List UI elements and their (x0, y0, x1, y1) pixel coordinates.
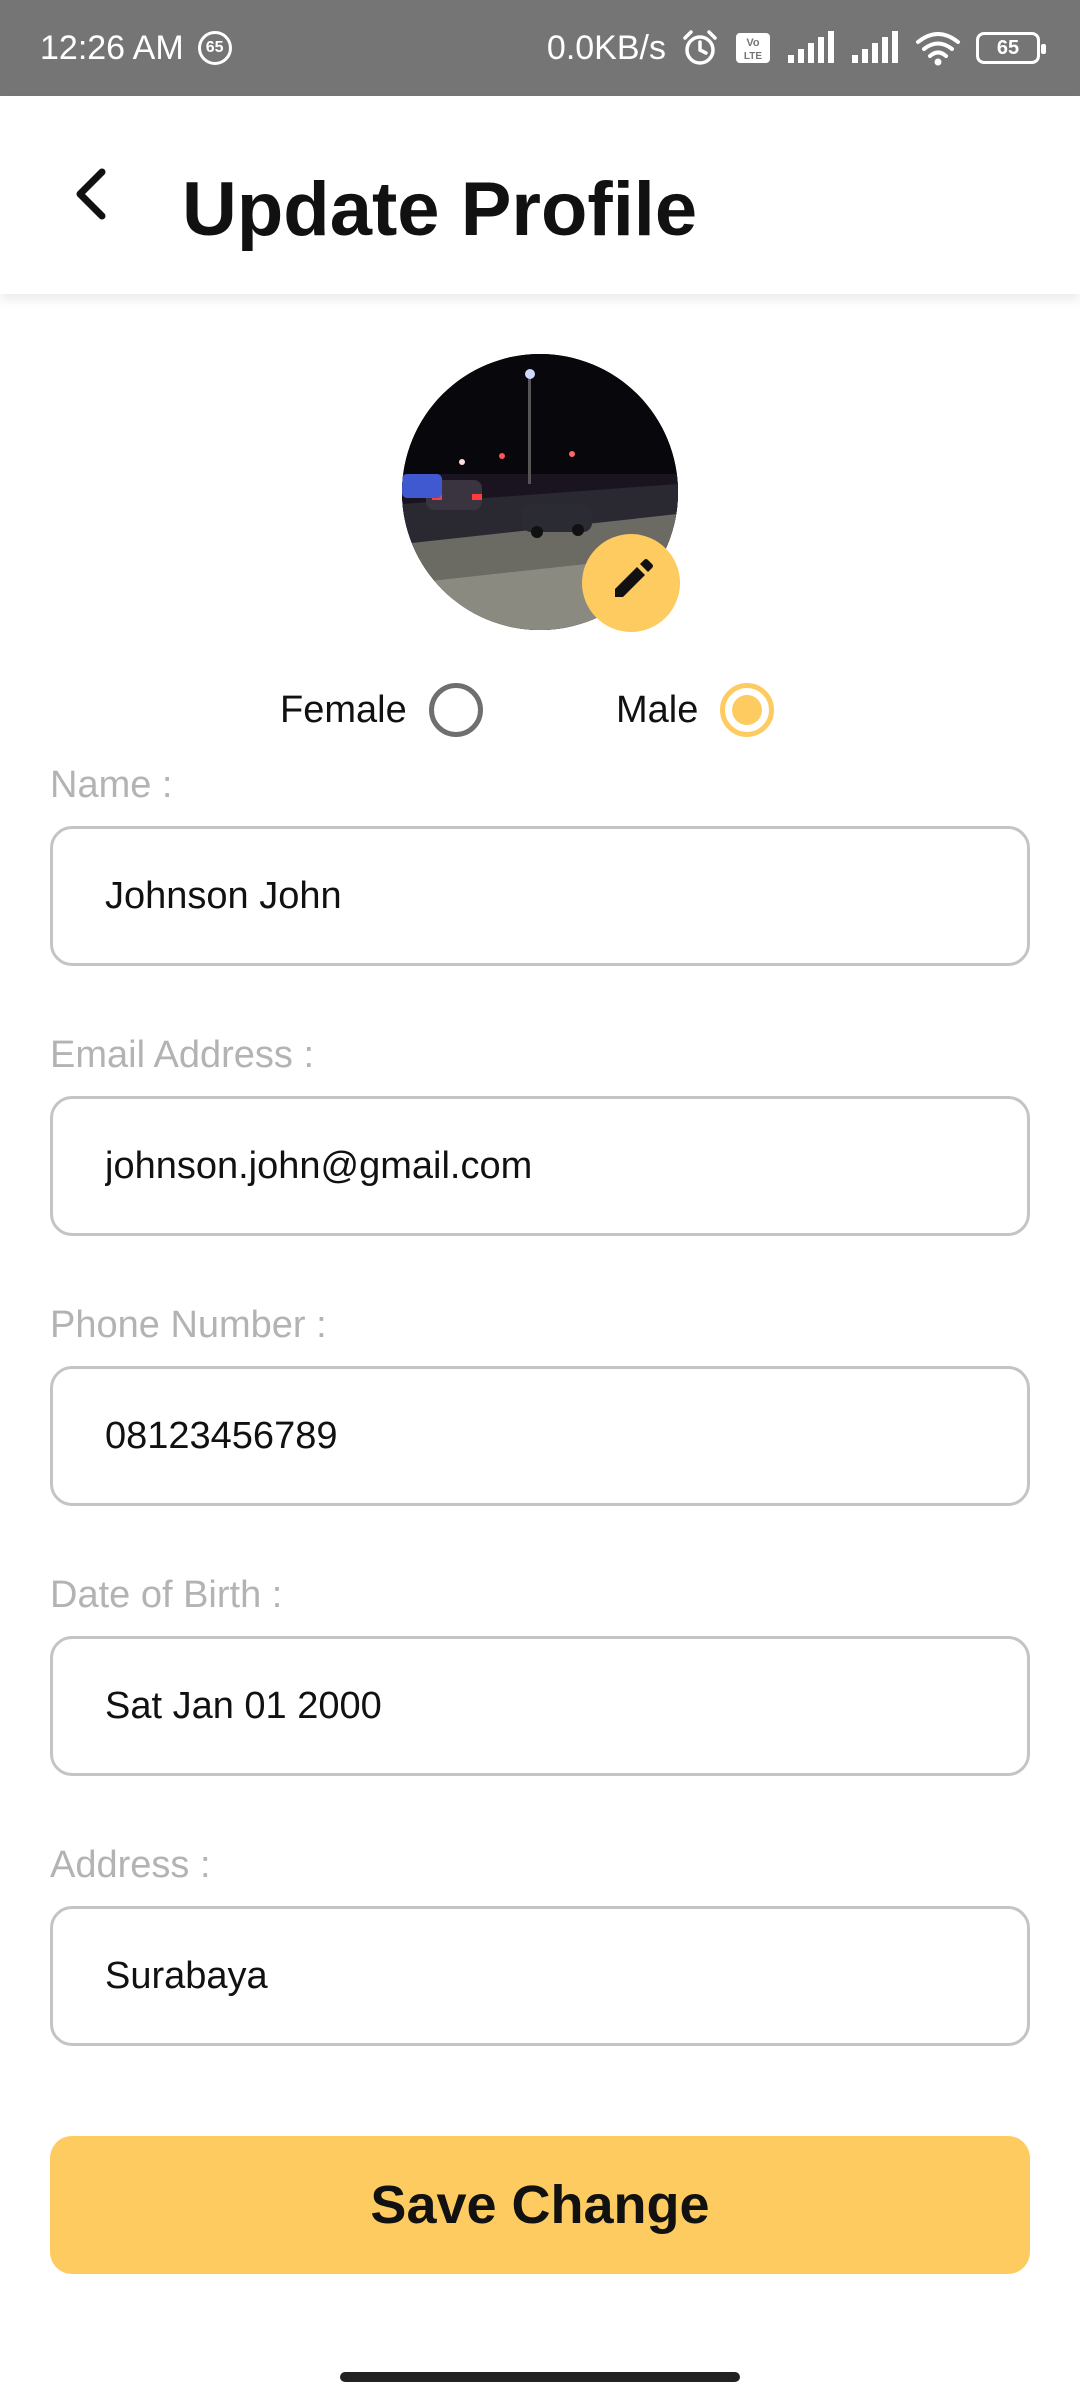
gender-label-male: Male (616, 688, 699, 731)
name-label: Name : (50, 764, 173, 806)
signal-icon (786, 31, 836, 65)
app-bar: Update Profile (0, 96, 1080, 294)
wifi-icon (914, 30, 962, 66)
signal-icon (850, 31, 900, 65)
radio-selected-dot (732, 695, 763, 725)
edit-avatar-button[interactable] (582, 534, 680, 632)
status-bar-right: 0.0KB/s Vo LTE 65 (546, 28, 1046, 68)
volte-icon: Vo LTE (734, 31, 772, 65)
gender-option-female[interactable]: Female (280, 680, 483, 740)
svg-text:LTE: LTE (744, 51, 762, 62)
network-speed: 0.0KB/s (546, 28, 666, 67)
dob-field-box (50, 1636, 1030, 1776)
save-change-button[interactable]: Save Change (50, 2136, 1030, 2274)
back-button[interactable] (56, 160, 128, 232)
pencil-icon (607, 557, 655, 610)
email-field[interactable] (53, 1099, 1027, 1233)
home-indicator[interactable] (340, 2372, 740, 2382)
gender-selector: Female Male (0, 680, 1080, 740)
radio-female[interactable] (428, 683, 483, 737)
email-field-box (50, 1096, 1030, 1236)
name-field[interactable] (53, 829, 1027, 963)
name-field-box (50, 826, 1030, 966)
radio-male[interactable] (720, 683, 775, 737)
address-field-box (50, 1906, 1030, 2046)
phone-field-box (50, 1366, 1030, 1506)
phone-field[interactable] (53, 1369, 1027, 1503)
dob-label: Date of Birth : (50, 1574, 283, 1616)
status-time: 12:26 AM (40, 28, 184, 67)
address-field[interactable] (53, 1909, 1027, 2043)
address-label: Address : (50, 1844, 211, 1886)
alarm-icon (680, 28, 720, 68)
chevron-left-icon (68, 164, 116, 229)
phone-label: Phone Number : (50, 1304, 327, 1346)
status-bar: 12:26 AM 65 0.0KB/s Vo LTE 65 (0, 0, 1080, 96)
gender-label-female: Female (280, 688, 407, 731)
email-label: Email Address : (50, 1034, 314, 1076)
status-bar-left: 12:26 AM 65 (40, 29, 232, 68)
page-title: Update Profile (182, 167, 698, 252)
dob-field[interactable] (53, 1639, 1027, 1773)
notification-badge-icon: 65 (197, 31, 232, 65)
svg-text:Vo: Vo (746, 37, 760, 49)
gender-option-male[interactable]: Male (616, 680, 775, 740)
battery-icon: 65 (976, 32, 1046, 64)
